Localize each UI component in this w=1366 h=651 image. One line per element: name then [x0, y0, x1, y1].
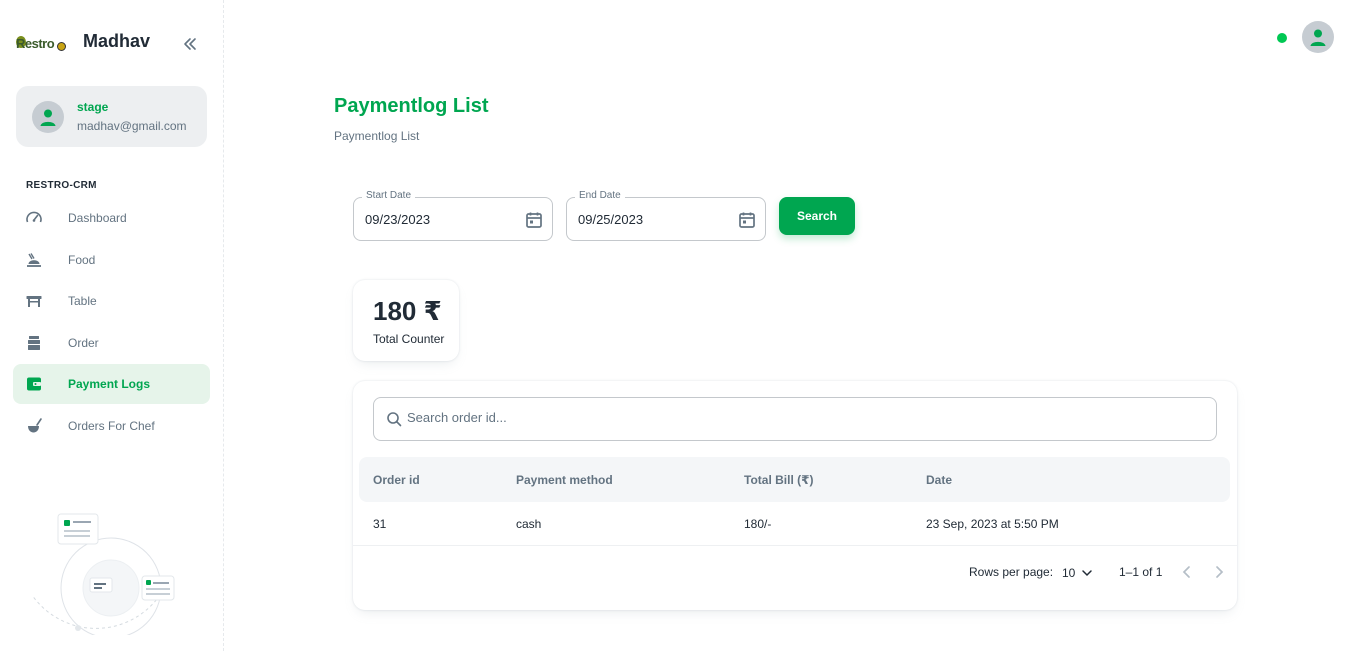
total-counter-card: 180 ₹ Total Counter [353, 280, 459, 361]
table-row[interactable]: 31 cash 180/- 23 Sep, 2023 at 5:50 PM [353, 502, 1237, 546]
dashboard-icon [25, 209, 43, 227]
user-icon [1310, 29, 1326, 46]
rows-per-page-select[interactable]: 10 [1062, 564, 1093, 582]
pagination-range: 1–1 of 1 [1119, 565, 1163, 579]
account-name: stage [77, 100, 109, 114]
cell-date: 23 Sep, 2023 at 5:50 PM [926, 517, 1059, 531]
collapse-sidebar-button[interactable] [180, 34, 200, 54]
avatar [32, 101, 64, 133]
start-date-input[interactable] [365, 212, 505, 227]
column-header-order-id[interactable]: Order id [373, 473, 420, 487]
wallet-icon [25, 375, 43, 393]
rows-per-page-value: 10 [1062, 566, 1076, 580]
table-icon [25, 292, 43, 310]
online-status-dot [1277, 33, 1287, 43]
end-date-label: End Date [575, 190, 625, 201]
search-icon [387, 412, 402, 427]
sidebar-nav: Dashboard Food Table Order Payment Logs … [13, 198, 210, 448]
calendar-icon[interactable] [524, 210, 544, 230]
chef-icon [25, 417, 43, 435]
page-title: Paymentlog List [334, 95, 489, 117]
calendar-icon[interactable] [737, 210, 757, 230]
sidebar-item-food[interactable]: Food [13, 240, 210, 280]
account-card[interactable]: stage madhav@gmail.com [16, 86, 207, 147]
app-root: Restro Madhav stage madhav@gmail.com RES… [0, 0, 1366, 651]
sidebar-item-payment-logs[interactable]: Payment Logs [13, 364, 210, 405]
nav-section-label: RESTRO-CRM [26, 180, 97, 191]
pagination: Rows per page: 10 1–1 of 1 [353, 546, 1237, 598]
column-header-date[interactable]: Date [926, 473, 952, 487]
next-page-button[interactable] [1209, 562, 1229, 582]
cell-payment-method: cash [516, 517, 542, 531]
chevron-down-icon [1082, 570, 1093, 577]
column-header-total-bill[interactable]: Total Bill (₹) [744, 473, 813, 487]
chevron-right-icon [1216, 566, 1224, 578]
logo-accent [57, 42, 66, 51]
brand: Restro Madhav [16, 28, 150, 58]
sidebar: Restro Madhav stage madhav@gmail.com RES… [0, 0, 224, 651]
payment-log-table-card: Order id Payment method Total Bill (₹) D… [353, 381, 1237, 610]
sidebar-item-label: Table [68, 294, 97, 309]
account-avatar-button[interactable] [1302, 21, 1334, 53]
sidebar-item-label: Payment Logs [68, 377, 151, 392]
cell-total-bill: 180/- [744, 517, 772, 531]
breadcrumb: Paymentlog List [334, 129, 420, 143]
user-icon [40, 109, 56, 126]
total-counter-label: Total Counter [373, 332, 445, 346]
order-search-field[interactable] [373, 397, 1217, 441]
sidebar-item-label: Order [68, 335, 99, 350]
sidebar-item-order[interactable]: Order [13, 323, 210, 363]
column-header-payment-method[interactable]: Payment method [516, 473, 613, 487]
end-date-input[interactable] [578, 212, 718, 227]
restro-logo[interactable]: Restro [16, 33, 66, 53]
start-date-label: Start Date [362, 190, 416, 201]
sidebar-item-label: Dashboard [68, 211, 127, 225]
start-date-field[interactable]: Start Date [353, 190, 553, 241]
table-header: Order id Payment method Total Bill (₹) D… [359, 457, 1230, 502]
order-search-input[interactable] [407, 410, 1187, 425]
rows-per-page-label: Rows per page: [969, 565, 1054, 579]
sidebar-illustration [28, 510, 188, 639]
end-date-field[interactable]: End Date [566, 190, 766, 241]
cell-order-id: 31 [373, 517, 387, 531]
sidebar-item-table[interactable]: Table [13, 281, 210, 321]
previous-page-button[interactable] [1177, 562, 1197, 582]
sidebar-item-label: Food [68, 252, 96, 267]
order-icon [25, 334, 43, 352]
search-button[interactable]: Search [779, 197, 855, 235]
account-email: madhav@gmail.com [77, 119, 187, 133]
brand-name: Madhav [83, 31, 151, 51]
food-icon [25, 251, 43, 269]
chevron-left-icon [1182, 566, 1190, 578]
sidebar-item-orders-for-chef[interactable]: Orders For Chef [13, 406, 210, 446]
logo-text: Restro [16, 35, 55, 51]
sidebar-item-dashboard[interactable]: Dashboard [13, 198, 210, 238]
total-counter-value: 180 ₹ [373, 296, 442, 326]
sidebar-item-label: Orders For Chef [68, 418, 155, 433]
double-chevron-left-icon [184, 38, 196, 50]
